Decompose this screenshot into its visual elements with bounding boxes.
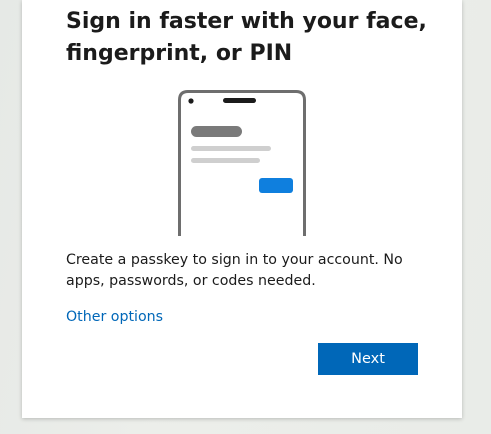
next-button[interactable]: Next — [318, 343, 418, 375]
message-line-1-placeholder — [191, 146, 271, 151]
dialog-title: Sign in faster with your face, fingerpri… — [66, 9, 427, 66]
message-action-placeholder — [259, 178, 293, 193]
dialog-description: Create a passkey to sign in to your acco… — [66, 252, 403, 289]
phone-illustration — [178, 90, 306, 236]
message-line-2-placeholder — [191, 158, 260, 163]
phone-camera-dot — [188, 98, 194, 104]
message-heading-placeholder — [191, 126, 242, 137]
phone-speaker — [223, 98, 256, 103]
other-options-link[interactable]: Other options — [66, 307, 163, 327]
phone-frame — [178, 90, 306, 236]
passkey-dialog-card: Sign in faster with your face, fingerpri… — [22, 0, 462, 418]
